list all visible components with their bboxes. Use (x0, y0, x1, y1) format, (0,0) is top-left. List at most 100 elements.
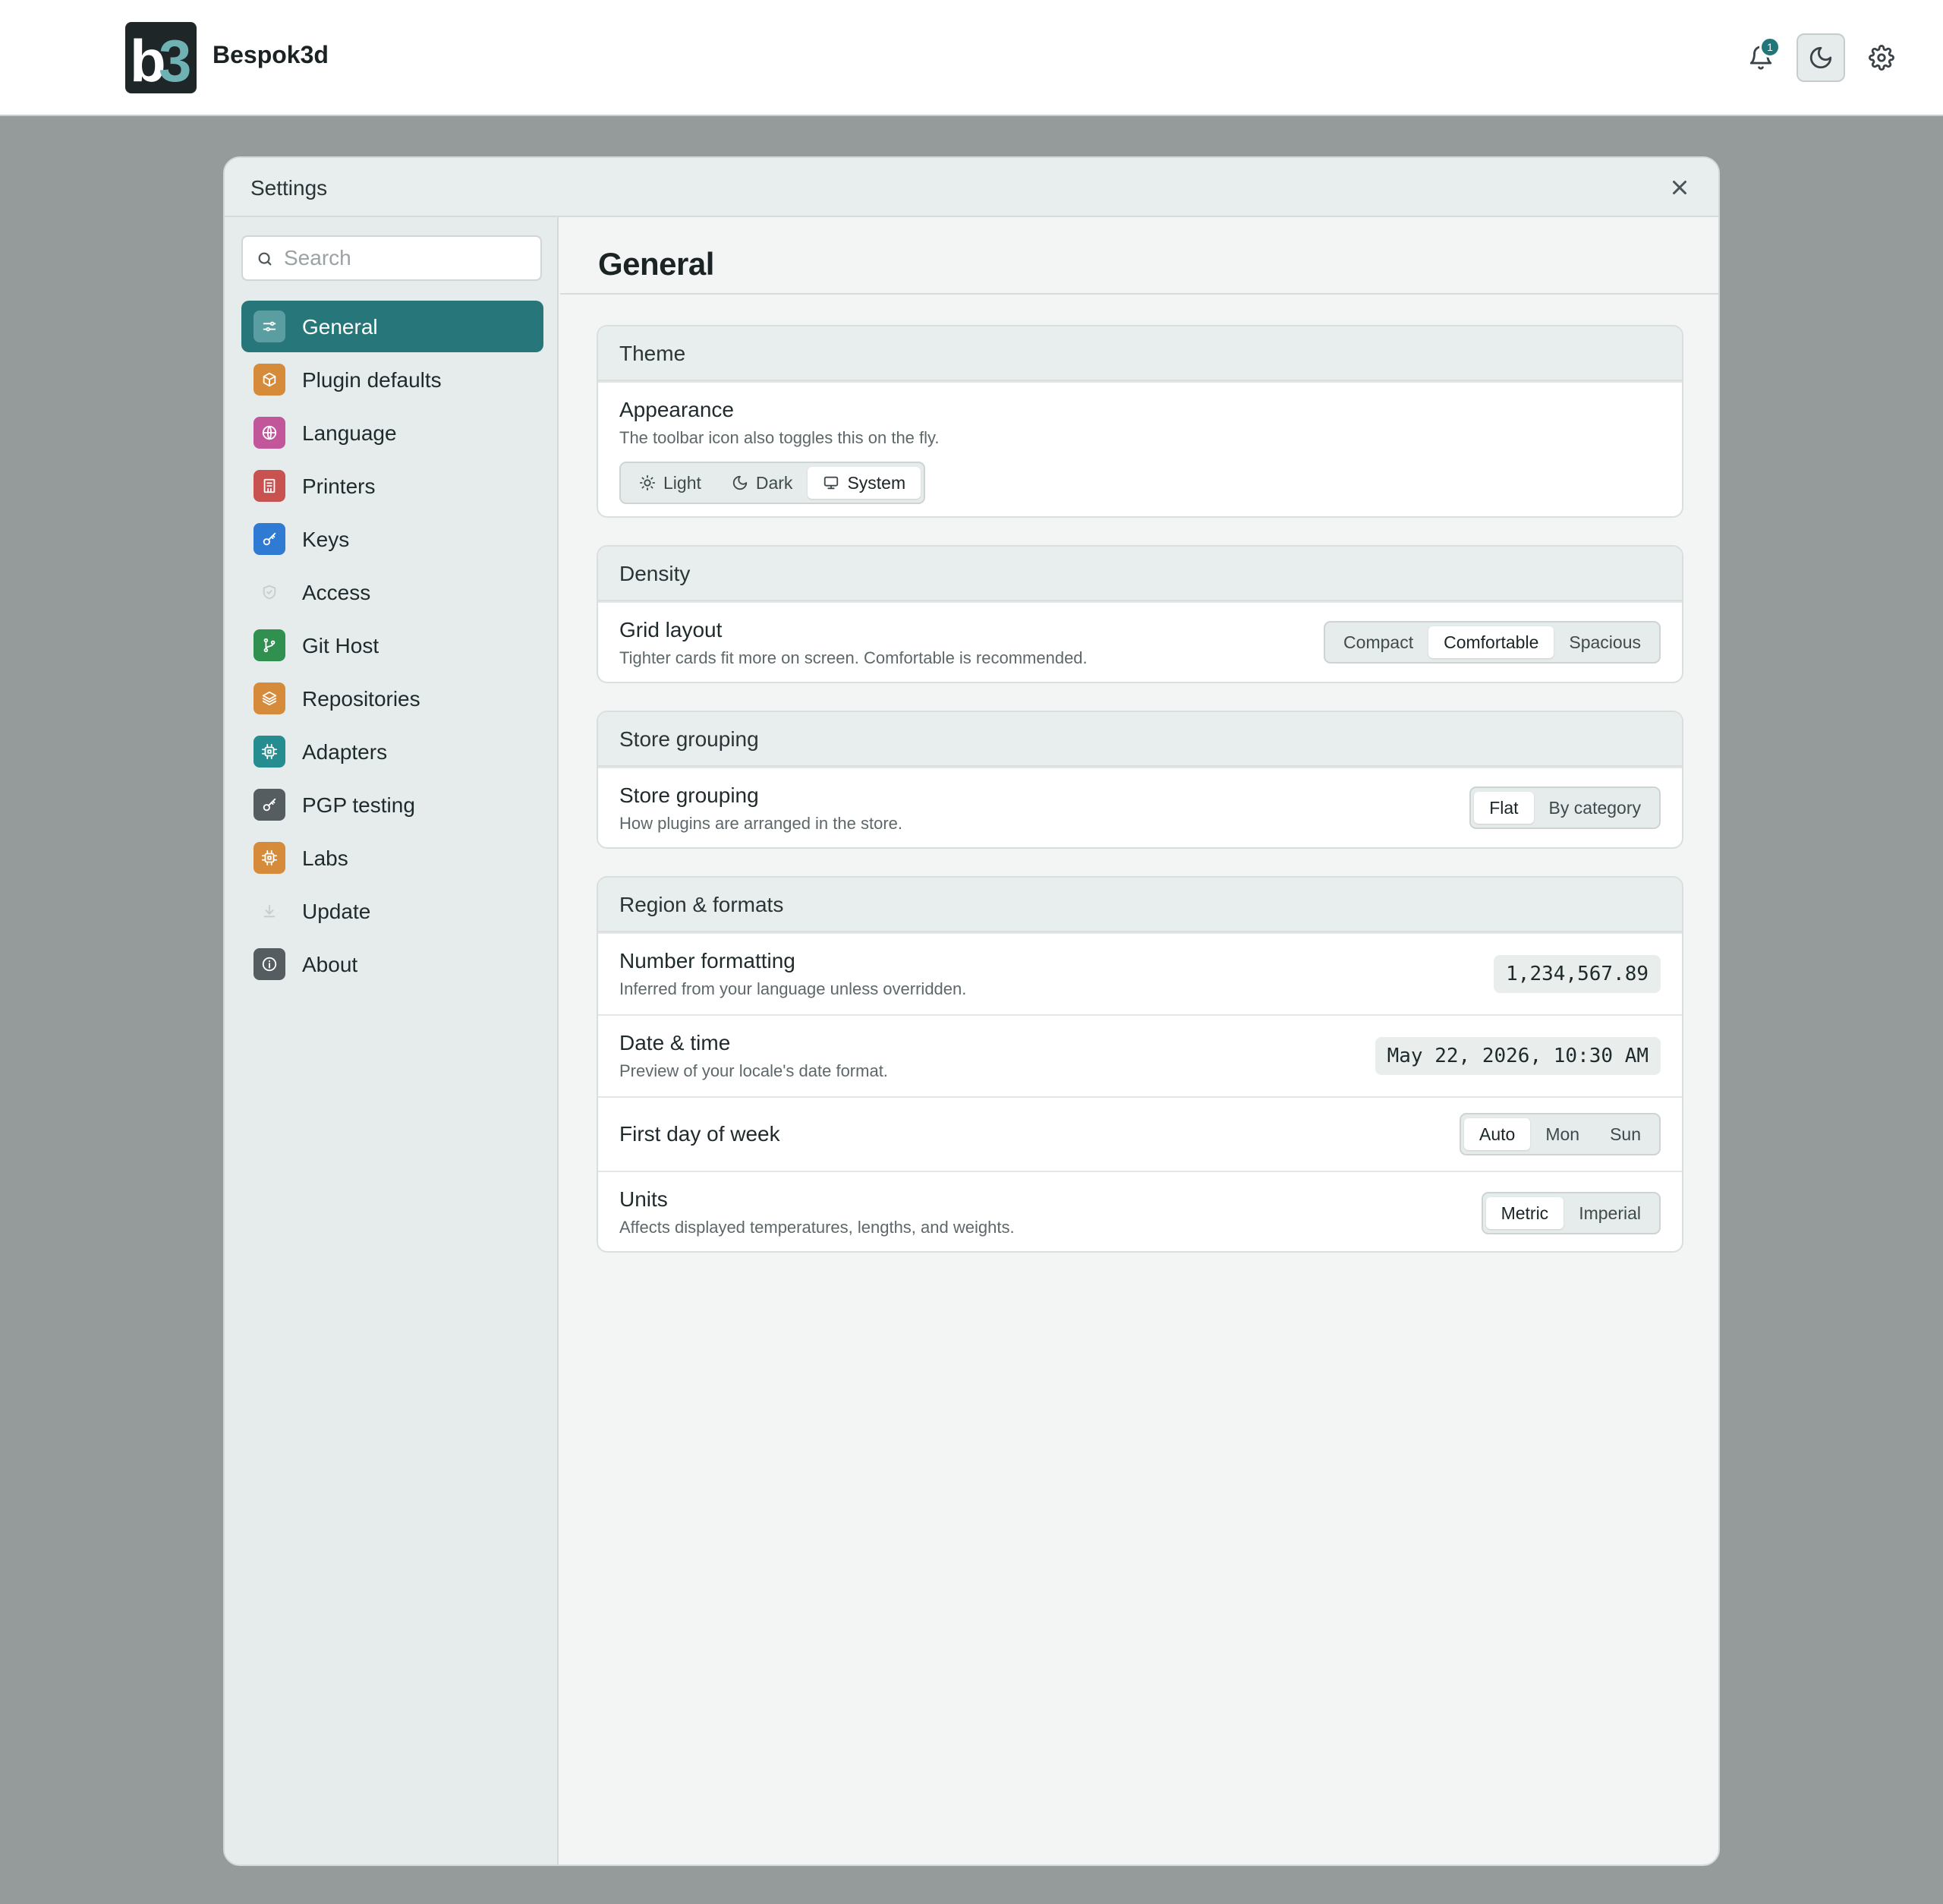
close-icon[interactable] (1668, 176, 1691, 199)
sidebar-item-keys[interactable]: Keys (241, 513, 543, 565)
sidebar-item-adapters[interactable]: Adapters (241, 726, 543, 777)
week-option-auto[interactable]: Auto (1463, 1118, 1531, 1150)
grid-layout-segmented-control[interactable]: Compact Comfortable Spacious (1324, 621, 1661, 664)
row-title: Store grouping (619, 783, 759, 807)
theme-option-system[interactable]: System (808, 467, 921, 499)
density-option-comfortable[interactable]: Comfortable (1428, 626, 1554, 658)
sidebar-item-label: Printers (302, 474, 376, 498)
row-title: First day of week (619, 1122, 780, 1146)
row-description: The toolbar icon also toggles this on th… (619, 428, 940, 447)
sidebar-item-repositories[interactable]: Repositories (241, 673, 543, 724)
sliders-icon (254, 311, 285, 342)
sidebar-item-label: Language (302, 421, 397, 445)
sidebar-item-label: Update (302, 900, 371, 923)
sidebar-item-label: Plugin defaults (302, 368, 442, 392)
row-description: Preview of your locale's date format. (619, 1061, 888, 1080)
row-description: Affects displayed temperatures, lengths,… (619, 1218, 1015, 1237)
moon-icon (732, 475, 748, 490)
theme-option-dark[interactable]: Dark (716, 467, 808, 499)
search-input[interactable] (284, 243, 534, 273)
card-heading: Density (598, 547, 1682, 601)
monitor-icon (824, 476, 839, 490)
download-icon (254, 895, 285, 927)
row-description: How plugins are arranged in the store. (619, 814, 902, 833)
settings-nav: General Plugin defaults Language Printer… (241, 301, 543, 991)
settings-content: General Theme Appearance The toolbar ico… (560, 217, 1718, 1865)
sidebar-item-label: About (302, 953, 358, 976)
sidebar-item-plugin-defaults[interactable]: Plugin defaults (241, 354, 543, 405)
shield-icon (254, 576, 285, 608)
dialog-header: Settings (225, 158, 1718, 217)
sidebar-item-label: Git Host (302, 634, 379, 657)
search-icon (258, 252, 272, 266)
appearance-segmented-control[interactable]: Light Dark System (619, 462, 926, 504)
sidebar-item-label: Repositories (302, 687, 420, 711)
top-bar: b 3 Bespok3d 1 (0, 0, 1943, 116)
card-heading: Store grouping (598, 712, 1682, 767)
sidebar-item-label: Adapters (302, 740, 388, 764)
week-option-sun[interactable]: Sun (1595, 1118, 1656, 1150)
settings-sidebar: General Plugin defaults Language Printer… (225, 217, 559, 1865)
card-title: Region & formats (619, 893, 784, 916)
card-heading: Region & formats (598, 878, 1682, 932)
app-logo[interactable]: b 3 (125, 22, 197, 93)
sidebar-item-pgp-testing[interactable]: PGP testing (241, 779, 543, 831)
option-label: Light (663, 472, 701, 493)
store-grouping-card: Store grouping Store grouping How plugin… (597, 711, 1683, 849)
card-title: Density (619, 562, 691, 585)
sidebar-item-language[interactable]: Language (241, 407, 543, 459)
svg-text:3: 3 (159, 27, 191, 93)
settings-dialog: Settings General Plugin defaults (223, 156, 1720, 1866)
sidebar-item-general[interactable]: General (241, 301, 543, 352)
sidebar-item-labs[interactable]: Labs (241, 832, 543, 884)
row-title: Date & time (619, 1031, 731, 1054)
store-option-flat[interactable]: Flat (1474, 792, 1534, 824)
date-time-row: Date & time Preview of your locale's dat… (598, 1014, 1682, 1096)
chip-icon (254, 736, 285, 768)
units-segmented-control[interactable]: Metric Imperial (1481, 1192, 1661, 1234)
sidebar-item-printers[interactable]: Printers (241, 460, 543, 512)
sidebar-item-label: General (302, 315, 378, 339)
moon-icon[interactable] (1797, 33, 1845, 82)
chip-icon (254, 842, 285, 874)
key-icon (254, 789, 285, 821)
first-day-of-week-row: First day of week Auto Mon Sun (598, 1096, 1682, 1171)
gear-icon[interactable] (1857, 33, 1906, 82)
theme-option-light[interactable]: Light (624, 467, 716, 499)
sidebar-item-update[interactable]: Update (241, 885, 543, 937)
appearance-row: Appearance The toolbar icon also toggles… (598, 381, 1682, 516)
row-description: Tighter cards fit more on screen. Comfor… (619, 648, 1088, 667)
density-card: Density Grid layout Tighter cards fit mo… (597, 545, 1683, 683)
git-branch-icon (254, 629, 285, 661)
sidebar-item-label: PGP testing (302, 793, 415, 817)
key-icon (254, 523, 285, 555)
card-title: Theme (619, 342, 686, 365)
store-grouping-segmented-control[interactable]: Flat By category (1469, 787, 1661, 829)
notification-badge: 1 (1759, 36, 1781, 58)
globe-icon (254, 417, 285, 449)
info-icon (254, 948, 285, 980)
store-option-by-category[interactable]: By category (1534, 792, 1656, 824)
search-box[interactable] (241, 235, 542, 281)
row-title: Grid layout (619, 618, 723, 641)
cube-icon (254, 364, 285, 396)
sidebar-item-label: Keys (302, 528, 350, 551)
first-day-segmented-control[interactable]: Auto Mon Sun (1459, 1113, 1661, 1155)
printer-icon (254, 470, 285, 502)
units-option-metric[interactable]: Metric (1485, 1197, 1564, 1229)
page-title: General (598, 246, 714, 282)
density-option-compact[interactable]: Compact (1328, 626, 1428, 658)
store-grouping-row: Store grouping How plugins are arranged … (598, 767, 1682, 847)
week-option-mon[interactable]: Mon (1530, 1118, 1595, 1150)
date-format-preview: May 22, 2026, 10:30 AM (1375, 1037, 1661, 1075)
layers-icon (254, 682, 285, 714)
row-title: Units (619, 1187, 668, 1211)
number-formatting-row: Number formatting Inferred from your lan… (598, 932, 1682, 1014)
density-option-spacious[interactable]: Spacious (1554, 626, 1656, 658)
sidebar-item-about[interactable]: About (241, 938, 543, 990)
sidebar-item-access[interactable]: Access (241, 566, 543, 618)
dialog-title: Settings (250, 176, 328, 200)
sidebar-item-git-host[interactable]: Git Host (241, 619, 543, 671)
sidebar-item-label: Labs (302, 846, 348, 870)
units-option-imperial[interactable]: Imperial (1564, 1197, 1656, 1229)
